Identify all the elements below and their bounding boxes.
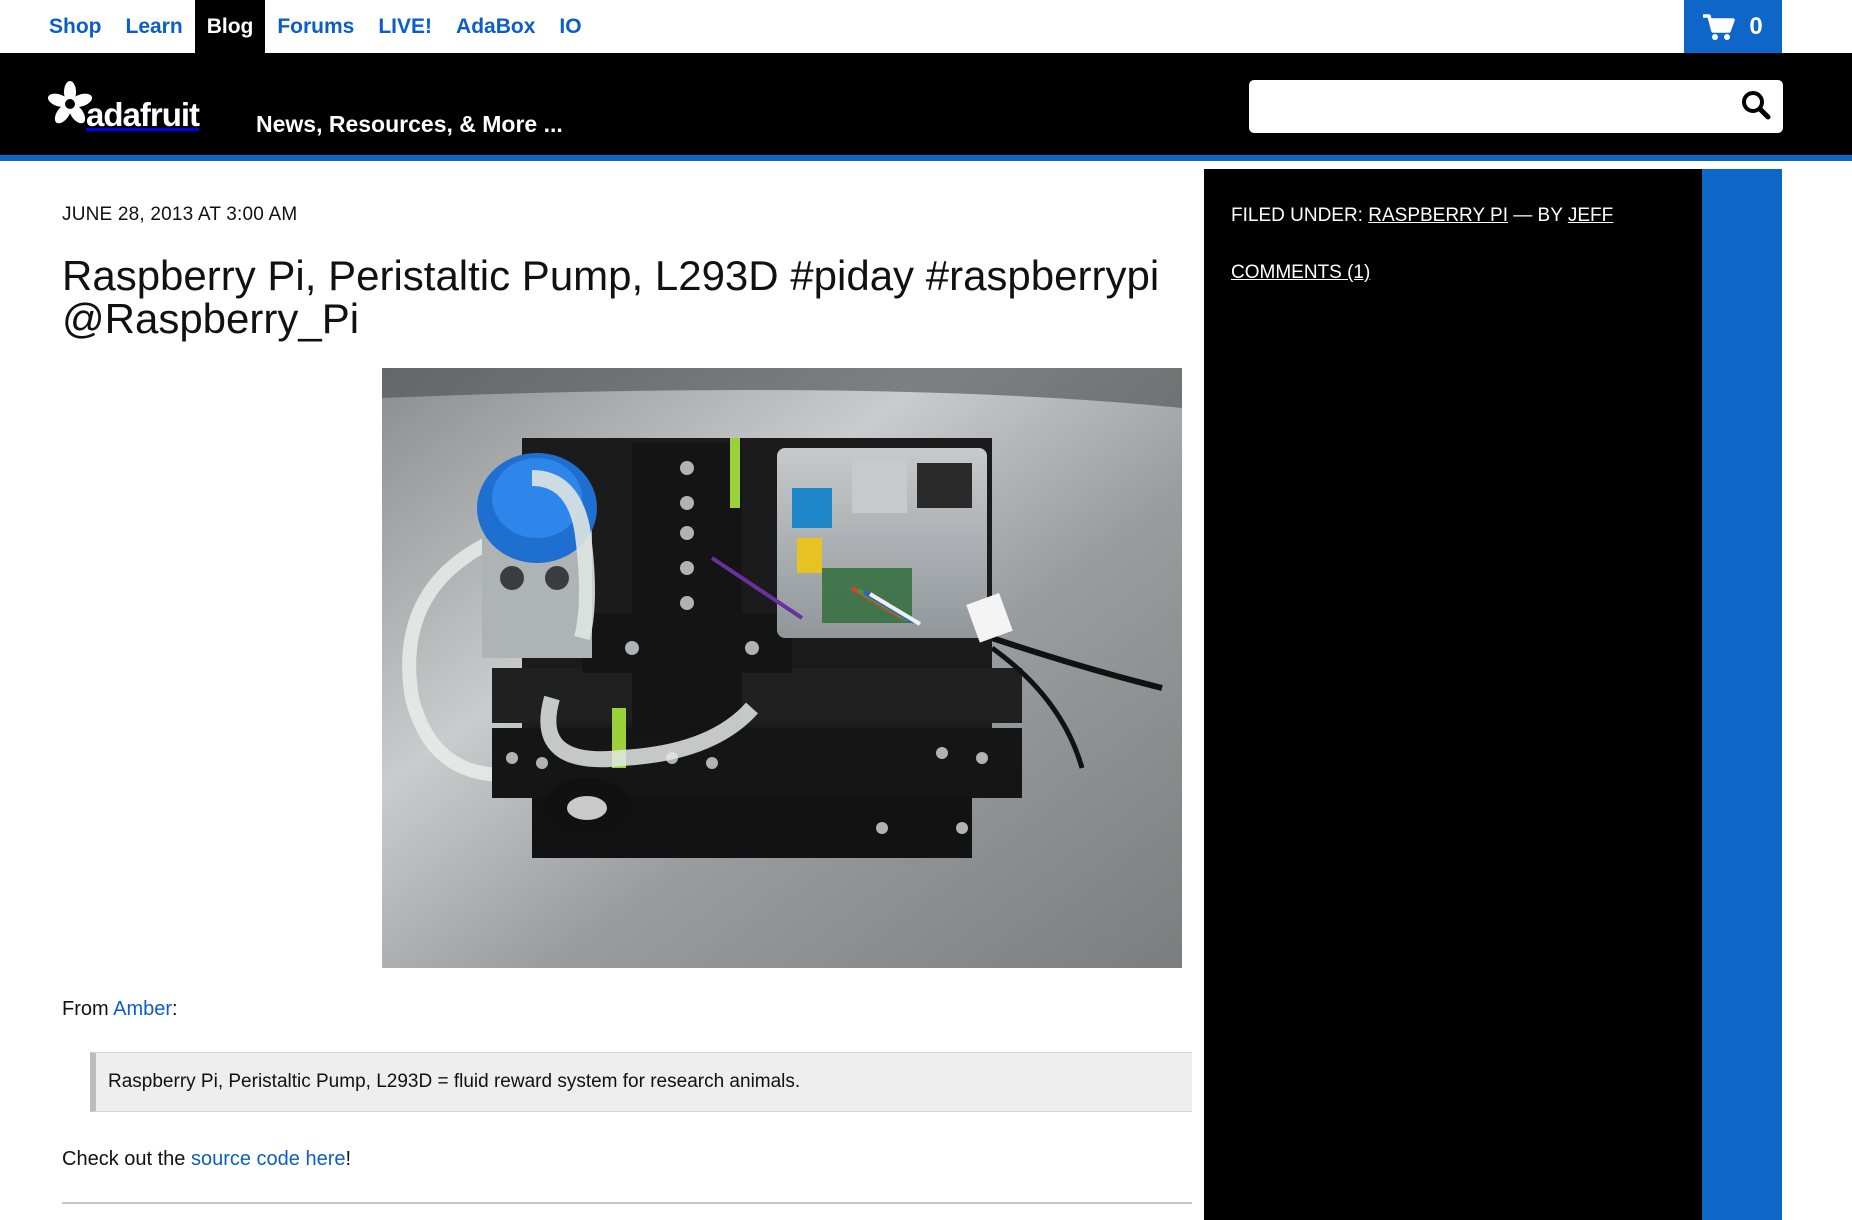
- author-link[interactable]: JEFF: [1568, 205, 1613, 226]
- top-navigation: Shop Learn Blog Forums LIVE! AdaBox IO 0: [0, 0, 1852, 53]
- search-button[interactable]: [1737, 88, 1775, 126]
- from-suffix: :: [172, 998, 178, 1020]
- search-icon: [1741, 90, 1771, 125]
- nav-link-adabox[interactable]: AdaBox: [444, 0, 547, 53]
- filed-under-line: FILED UNDER: RASPBERRY PI — BY JEFF: [1231, 205, 1613, 227]
- from-prefix: From: [62, 998, 114, 1020]
- category-link[interactable]: RASPBERRY PI: [1368, 205, 1508, 226]
- quote-text: Raspberry Pi, Peristaltic Pump, L293D = …: [108, 1071, 801, 1092]
- cart-button[interactable]: 0: [1684, 0, 1782, 53]
- filed-under-label: FILED UNDER:: [1231, 205, 1369, 226]
- nav-link-blog[interactable]: Blog: [194, 0, 266, 53]
- amber-link[interactable]: Amber: [113, 998, 172, 1020]
- post-meta-sidebar: FILED UNDER: RASPBERRY PI — BY JEFF COMM…: [1204, 169, 1702, 1220]
- top-nav-links: Shop Learn Blog Forums LIVE! AdaBox IO: [37, 0, 594, 53]
- divider: [62, 1202, 1192, 1204]
- nav-link-shop[interactable]: Shop: [37, 0, 114, 53]
- post-photo[interactable]: [382, 368, 1182, 968]
- check-prefix: Check out the: [62, 1148, 191, 1170]
- nav-link-forums[interactable]: Forums: [265, 0, 366, 53]
- sidebar-accent-bar: [1702, 169, 1782, 1220]
- cart-count: 0: [1749, 12, 1763, 40]
- comments-line: COMMENTS (1): [1231, 262, 1370, 284]
- adafruit-logo[interactable]: adafruit: [47, 80, 200, 133]
- logo-wordmark: adafruit: [86, 96, 200, 133]
- check-suffix: !: [345, 1148, 352, 1170]
- comments-link[interactable]: COMMENTS (1): [1231, 262, 1370, 283]
- nav-link-live[interactable]: LIVE!: [366, 0, 444, 53]
- post-title[interactable]: Raspberry Pi, Peristaltic Pump, L293D #p…: [62, 254, 1182, 340]
- search-input[interactable]: [1261, 88, 1721, 124]
- search-box: [1249, 80, 1783, 133]
- source-code-link[interactable]: source code here: [191, 1148, 346, 1170]
- attribution-paragraph: From Amber:: [62, 998, 178, 1021]
- site-header: adafruit News, Resources, & More ...: [0, 53, 1852, 161]
- post-date: JUNE 28, 2013 AT 3:00 AM: [62, 204, 298, 225]
- site-tagline: News, Resources, & More ...: [256, 111, 563, 137]
- nav-link-io[interactable]: IO: [547, 0, 593, 53]
- source-paragraph: Check out the source code here!: [62, 1148, 351, 1171]
- by-label: — BY: [1508, 205, 1568, 226]
- nav-link-learn[interactable]: Learn: [114, 0, 195, 53]
- quote-block: Raspberry Pi, Peristaltic Pump, L293D = …: [90, 1052, 1192, 1112]
- cart-icon: [1703, 13, 1736, 41]
